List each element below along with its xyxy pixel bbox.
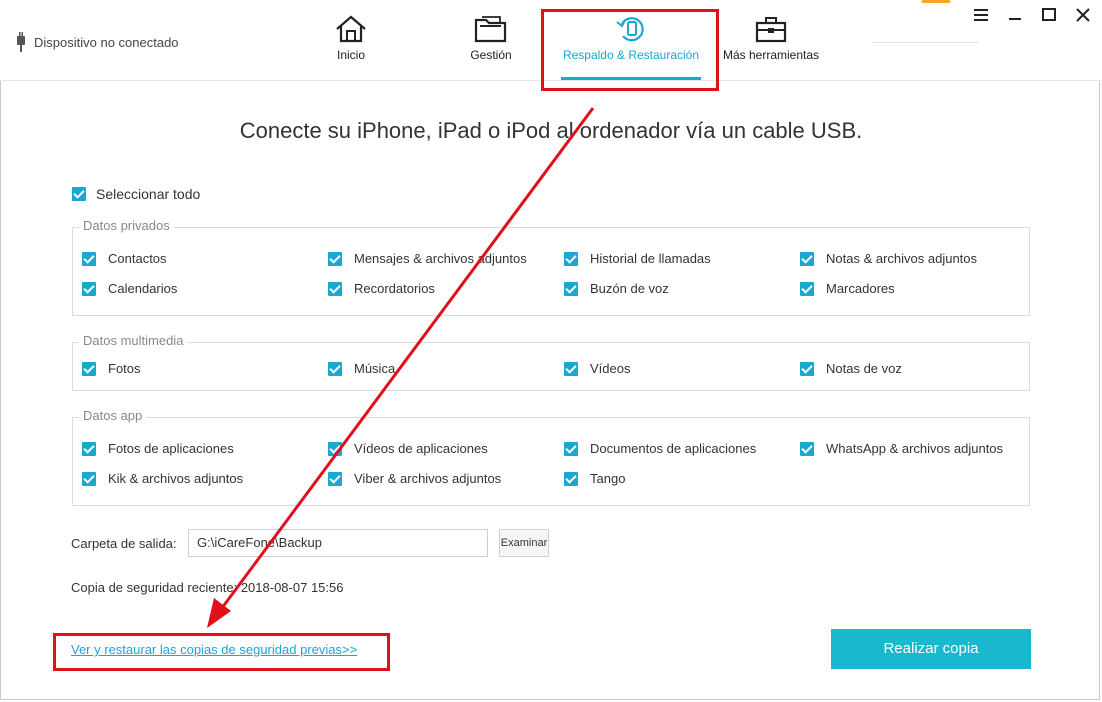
annotation-arrow-icon bbox=[207, 107, 595, 628]
